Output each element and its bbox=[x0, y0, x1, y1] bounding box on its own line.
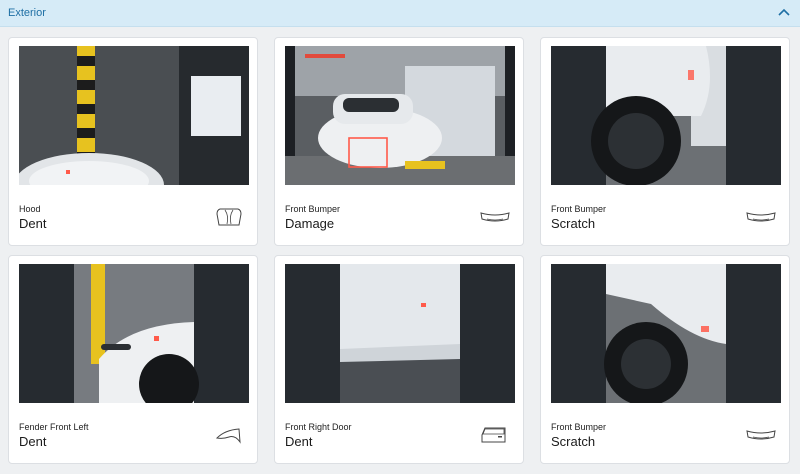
damage-card-5[interactable]: Front Right Door Dent bbox=[274, 255, 524, 464]
damage-card-6[interactable]: Front Bumper Scratch bbox=[540, 255, 790, 464]
part-label: Front Right Door bbox=[285, 422, 352, 432]
part-label: Hood bbox=[19, 204, 41, 214]
hood-icon bbox=[213, 206, 245, 228]
damage-card-4[interactable]: Fender Front Left Dent bbox=[8, 255, 258, 464]
part-label: Fender Front Left bbox=[19, 422, 89, 432]
damage-type: Dent bbox=[19, 434, 47, 449]
damage-photo[interactable] bbox=[551, 46, 781, 185]
damage-type: Dent bbox=[285, 434, 313, 449]
chevron-up-icon[interactable] bbox=[776, 5, 792, 21]
section-header-exterior[interactable]: Exterior bbox=[0, 0, 800, 27]
damage-photo[interactable] bbox=[551, 264, 781, 403]
damage-type: Scratch bbox=[551, 216, 596, 231]
damage-type: Damage bbox=[285, 216, 335, 231]
damage-photo[interactable] bbox=[285, 264, 515, 403]
section-title: Exterior bbox=[8, 7, 46, 19]
part-label: Front Bumper bbox=[285, 204, 341, 214]
part-label: Front Bumper bbox=[551, 422, 607, 432]
damage-type: Scratch bbox=[551, 434, 596, 449]
fender-icon bbox=[213, 424, 245, 446]
damage-photo[interactable] bbox=[19, 264, 249, 403]
damage-photo[interactable] bbox=[19, 46, 249, 185]
damage-card-2[interactable]: Front Bumper Damage bbox=[274, 37, 524, 246]
door-icon bbox=[479, 424, 511, 446]
damage-card-3[interactable]: Front Bumper Scratch bbox=[540, 37, 790, 246]
front-bumper-icon bbox=[745, 424, 777, 446]
damage-type: Dent bbox=[19, 216, 47, 231]
part-label: Front Bumper bbox=[551, 204, 607, 214]
front-bumper-icon bbox=[745, 206, 777, 228]
front-bumper-icon bbox=[479, 206, 511, 228]
damage-card-1[interactable]: Hood Dent bbox=[8, 37, 258, 246]
damage-photo[interactable] bbox=[285, 46, 515, 185]
